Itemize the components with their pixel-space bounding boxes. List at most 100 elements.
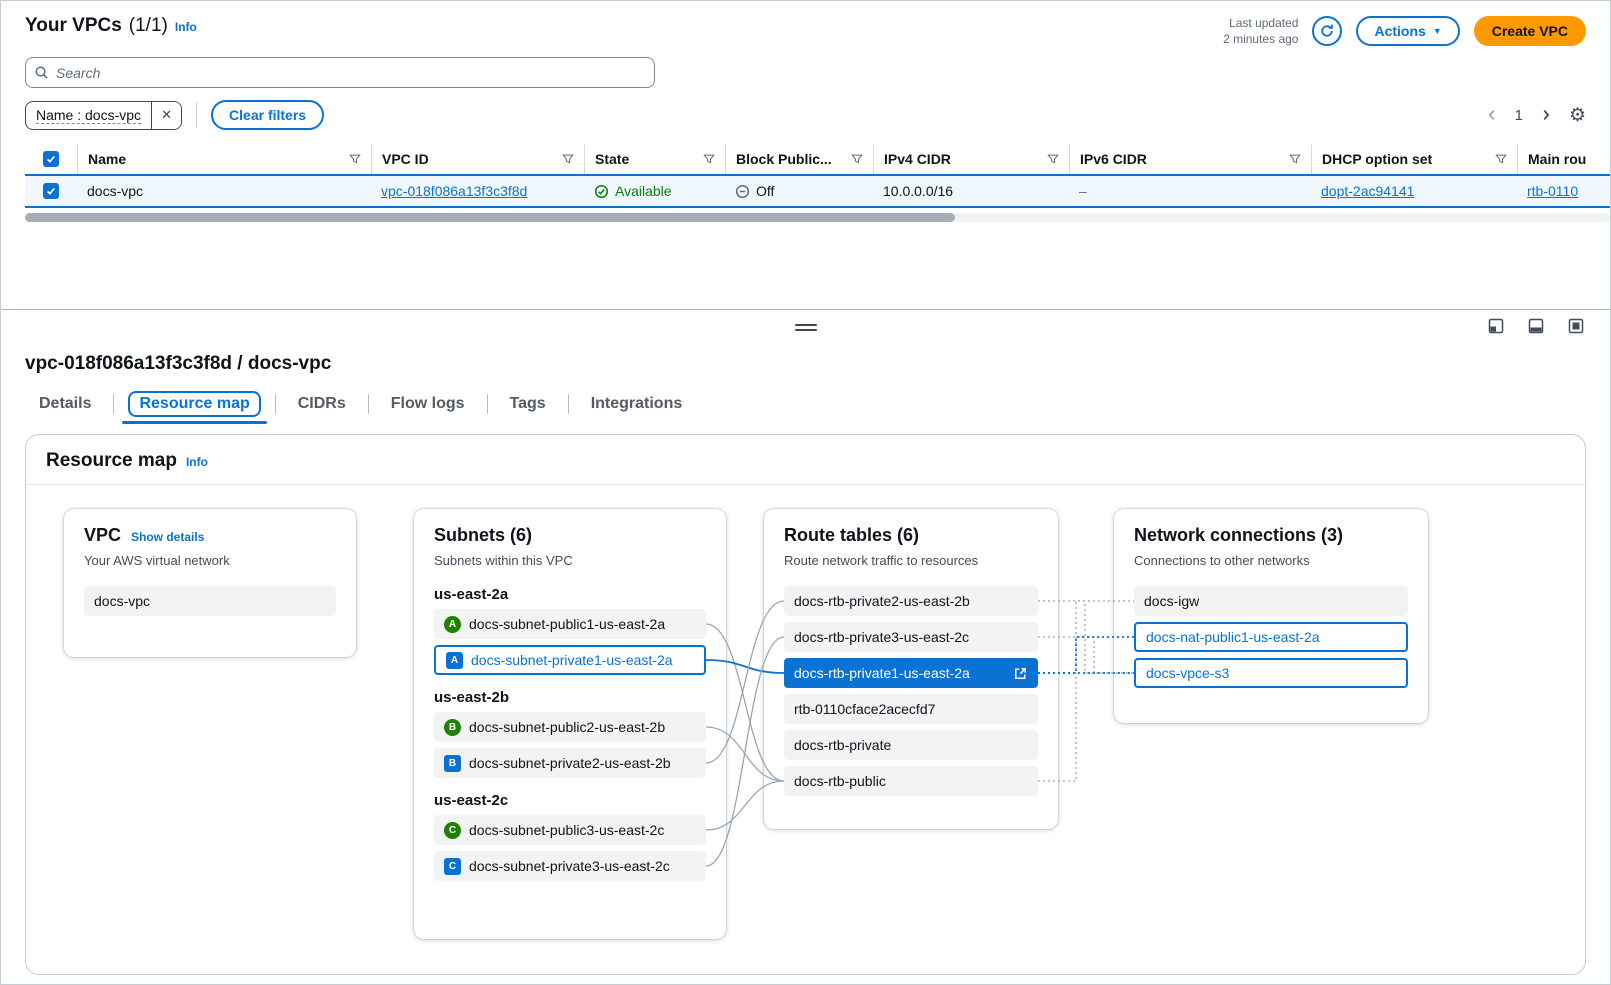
route-table-node[interactable]: docs-rtb-private2-us-east-2b: [784, 586, 1038, 616]
route-table-node[interactable]: docs-rtb-private: [784, 730, 1038, 760]
main-route-table-link[interactable]: rtb-0110: [1527, 183, 1578, 199]
resource-map-canvas: VPC Show details Your AWS virtual networ…: [26, 485, 1585, 971]
filter-row: Name : docs-vpc ✕ Clear filters 1 ⚙: [25, 100, 1586, 130]
route-tables-column-subtitle: Route network traffic to resources: [784, 553, 1038, 568]
filter-icon[interactable]: [1289, 153, 1301, 165]
search-bar: [25, 57, 655, 88]
panel-side-icon: [1488, 318, 1504, 334]
off-status-icon: [735, 184, 750, 199]
filter-divider: [196, 102, 197, 128]
az-c-private-badge: C: [444, 858, 461, 875]
az-b-public-badge: B: [444, 719, 461, 736]
tab-details[interactable]: Details: [25, 391, 113, 417]
clear-filters-button[interactable]: Clear filters: [211, 100, 324, 130]
external-link-icon[interactable]: [1013, 666, 1028, 681]
vpc-column-subtitle: Your AWS virtual network: [84, 553, 336, 568]
remove-filter-button[interactable]: ✕: [151, 101, 181, 130]
pagination: 1 ⚙: [1485, 106, 1586, 125]
subnet-node-public2[interactable]: B docs-subnet-public2-us-east-2b: [434, 712, 706, 742]
column-header-vpc-id[interactable]: VPC ID: [371, 144, 584, 174]
subnet-node-public1[interactable]: A docs-subnet-public1-us-east-2a: [434, 609, 706, 639]
table-row[interactable]: docs-vpc vpc-018f086a13f3c3f8d Available…: [25, 174, 1610, 208]
vpc-table: Name VPC ID State Block Public... IPv4 C…: [25, 144, 1610, 208]
column-header-block-public[interactable]: Block Public...: [725, 144, 873, 174]
vpc-id-link[interactable]: vpc-018f086a13f3c3f8d: [381, 183, 527, 199]
vpc-column-title: VPC: [84, 525, 121, 546]
subnet-node-private1-selected[interactable]: A docs-subnet-private1-us-east-2a: [434, 645, 706, 675]
filter-icon[interactable]: [851, 153, 863, 165]
route-table-node-selected[interactable]: docs-rtb-private1-us-east-2a: [784, 658, 1038, 688]
network-connection-node-nat[interactable]: docs-nat-public1-us-east-2a: [1134, 622, 1408, 652]
row-name: docs-vpc: [87, 183, 143, 199]
subnets-column-subtitle: Subnets within this VPC: [434, 553, 706, 568]
page-title: Your VPCs (1/1) Info: [25, 15, 197, 37]
resource-map-info-link[interactable]: Info: [186, 455, 208, 469]
subnet-node-private2[interactable]: B docs-subnet-private2-us-east-2b: [434, 748, 706, 778]
split-panel-drag-handle[interactable]: [795, 321, 817, 334]
resource-map-container: Resource map Info VPC Show details Your …: [25, 434, 1586, 975]
last-updated-text: Last updated 2 minutes ago: [1223, 15, 1298, 47]
filter-token-label: Name : docs-vpc: [26, 107, 151, 123]
vpc-node[interactable]: docs-vpc: [84, 586, 336, 616]
refresh-button[interactable]: [1312, 16, 1342, 46]
dhcp-option-set-link[interactable]: dopt-2ac94141: [1321, 183, 1414, 199]
subnets-column-card: Subnets (6) Subnets within this VPC us-e…: [414, 509, 726, 939]
vpc-detail-panel: vpc-018f086a13f3c3f8d / docs-vpc Details…: [1, 345, 1610, 975]
vpc-column-card: VPC Show details Your AWS virtual networ…: [64, 509, 356, 657]
subnet-node-private3[interactable]: C docs-subnet-private3-us-east-2c: [434, 851, 706, 881]
network-connection-node-igw[interactable]: docs-igw: [1134, 586, 1408, 616]
previous-page-button[interactable]: [1485, 108, 1499, 122]
column-header-main-route-table[interactable]: Main rou: [1517, 144, 1610, 174]
table-preferences-button[interactable]: ⚙: [1569, 106, 1586, 125]
filter-token-chip[interactable]: Name : docs-vpc ✕: [25, 101, 182, 130]
current-page-number[interactable]: 1: [1515, 107, 1523, 124]
select-all-checkbox[interactable]: [43, 151, 59, 167]
create-vpc-button[interactable]: Create VPC: [1474, 16, 1586, 46]
list-toolbar: Your VPCs (1/1) Info Last updated 2 minu…: [1, 1, 1610, 47]
subnet-node-public3[interactable]: C docs-subnet-public3-us-east-2c: [434, 815, 706, 845]
tab-resource-map[interactable]: Resource map: [114, 391, 274, 417]
available-status-icon: [594, 184, 609, 199]
block-public-value: Off: [756, 183, 774, 199]
search-input[interactable]: [25, 57, 655, 88]
split-panel-side-position-button[interactable]: [1488, 318, 1504, 334]
panel-bottom-icon: [1528, 318, 1544, 334]
horizontal-scrollbar-thumb[interactable]: [25, 213, 955, 222]
column-header-ipv4-cidr[interactable]: IPv4 CIDR: [873, 144, 1069, 174]
tab-tags[interactable]: Tags: [488, 391, 568, 417]
route-table-node[interactable]: rtb-0110cface2acecfd7: [784, 694, 1038, 724]
page-title-text: Your VPCs: [25, 15, 122, 37]
az-a-public-badge: A: [444, 616, 461, 633]
az-c-public-badge: C: [444, 822, 461, 839]
az-b-private-badge: B: [444, 755, 461, 772]
filter-icon[interactable]: [1047, 153, 1059, 165]
row-checkbox[interactable]: [43, 183, 59, 199]
horizontal-scrollbar-track[interactable]: [25, 213, 1610, 222]
route-table-node[interactable]: docs-rtb-private3-us-east-2c: [784, 622, 1038, 652]
filter-icon[interactable]: [562, 153, 574, 165]
tab-cidrs[interactable]: CIDRs: [276, 391, 368, 417]
show-details-link[interactable]: Show details: [131, 530, 204, 544]
vpcs-info-link[interactable]: Info: [175, 20, 197, 34]
column-header-ipv6-cidr[interactable]: IPv6 CIDR: [1069, 144, 1311, 174]
filter-icon[interactable]: [703, 153, 715, 165]
detail-title: vpc-018f086a13f3c3f8d / docs-vpc: [25, 353, 1586, 375]
state-badge: Available: [615, 183, 672, 199]
split-panel-bottom-position-button[interactable]: [1528, 318, 1544, 334]
actions-button[interactable]: Actions ▼: [1356, 16, 1459, 46]
filter-icon[interactable]: [1495, 153, 1507, 165]
route-tables-column-card: Route tables (6) Route network traffic t…: [764, 509, 1058, 829]
az-group-header: us-east-2b: [434, 689, 706, 706]
filter-icon[interactable]: [349, 153, 361, 165]
next-page-button[interactable]: [1539, 108, 1553, 122]
column-header-name[interactable]: Name: [77, 144, 371, 174]
network-connections-column-card: Network connections (3) Connections to o…: [1114, 509, 1428, 723]
network-connection-node-vpce[interactable]: docs-vpce-s3: [1134, 658, 1408, 688]
column-header-dhcp-option-set[interactable]: DHCP option set: [1311, 144, 1517, 174]
route-table-node[interactable]: docs-rtb-public: [784, 766, 1038, 796]
column-header-state[interactable]: State: [584, 144, 725, 174]
split-panel-maximize-button[interactable]: [1568, 318, 1584, 334]
tab-flow-logs[interactable]: Flow logs: [369, 391, 487, 417]
caret-down-icon: ▼: [1433, 27, 1442, 36]
tab-integrations[interactable]: Integrations: [569, 391, 705, 417]
